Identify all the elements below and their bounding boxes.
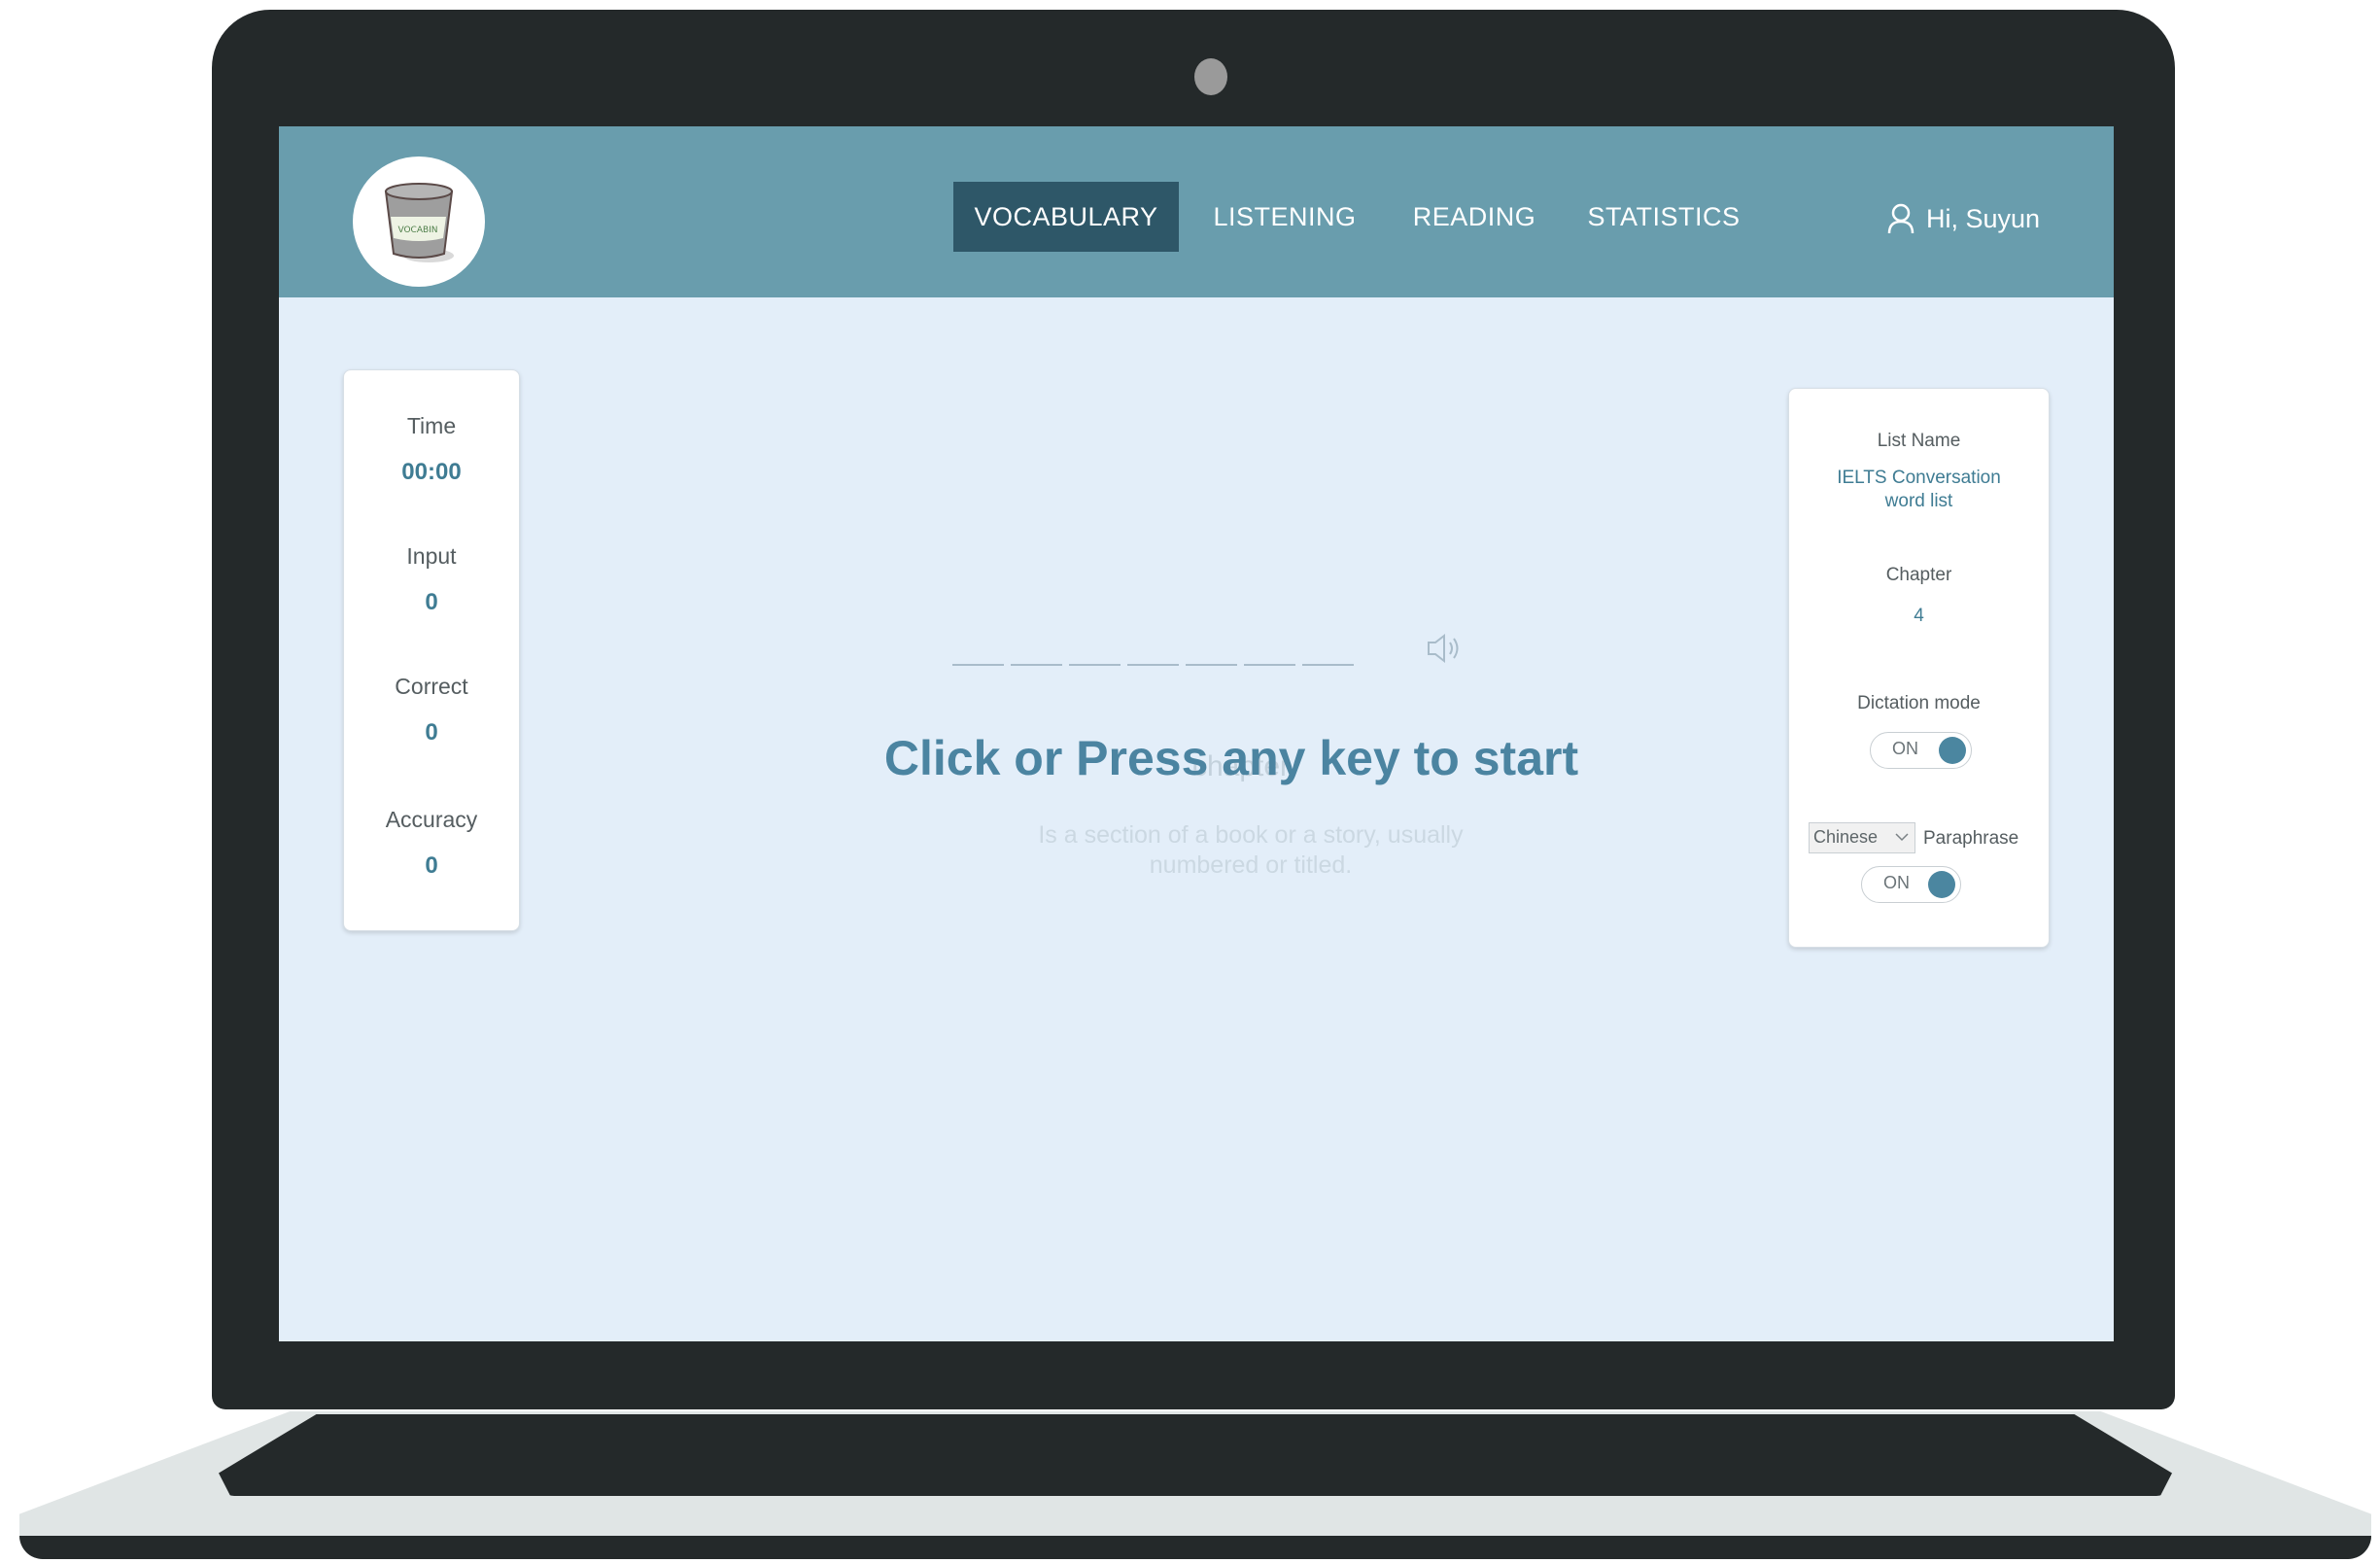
input-value: 0	[425, 589, 438, 615]
start-prompt[interactable]: Click or Press any key to start	[745, 730, 1717, 786]
input-label: Input	[406, 543, 457, 569]
chapter-label: Chapter	[1885, 565, 1952, 585]
svg-text:VOCABIN: VOCABIN	[397, 226, 437, 235]
language-select[interactable]: Chinese	[1809, 822, 1915, 853]
paraphrase-label: Paraphrase	[1923, 828, 2019, 849]
tab-statistics[interactable]: STATISTICS	[1586, 182, 1742, 252]
dictation-mode-label: Dictation mode	[1857, 693, 1981, 713]
toggle-state: ON	[1883, 873, 1910, 892]
stat-correct: Correct 0	[344, 674, 519, 747]
word-blanks	[952, 664, 1361, 670]
tab-listening[interactable]: LISTENING	[1207, 182, 1362, 252]
ghost-definition: Is a section of a book or a story, usual…	[862, 820, 1639, 881]
definition-line: numbered or titled.	[1149, 851, 1353, 879]
letter-blank	[1011, 664, 1062, 666]
webcam-dot	[1194, 58, 1227, 95]
time-value: 00:00	[401, 459, 462, 485]
tab-reading[interactable]: READING	[1406, 182, 1542, 252]
app-screen: VOCABIN VOCABULARY LISTENING READING STA…	[279, 126, 2114, 1341]
speaker-icon[interactable]	[1426, 632, 1465, 665]
user-icon	[1887, 203, 1914, 234]
app-logo[interactable]: VOCABIN	[353, 156, 485, 287]
chapter-value[interactable]: 4	[1789, 605, 2049, 628]
list-name-line: IELTS Conversation	[1837, 468, 2001, 488]
correct-value: 0	[425, 719, 438, 746]
time-label: Time	[406, 413, 457, 438]
list-name-value[interactable]: IELTS Conversation word list	[1789, 467, 2049, 513]
laptop-base-edge	[19, 1536, 2371, 1559]
stat-input: Input 0	[344, 543, 519, 616]
letter-blank	[1186, 664, 1237, 666]
top-navbar: VOCABIN VOCABULARY LISTENING READING STA…	[279, 126, 2114, 297]
laptop-keyboard-slot	[219, 1414, 2172, 1496]
letter-blank	[1069, 664, 1121, 666]
letter-blank	[1244, 664, 1295, 666]
toggle-knob	[1928, 871, 1955, 898]
stats-panel: Time 00:00 Input 0 Correct 0 Accuracy 0	[343, 369, 520, 931]
language-selected: Chinese	[1813, 827, 1879, 847]
toggle-state: ON	[1892, 739, 1918, 758]
letter-blank	[1127, 664, 1179, 666]
stat-time: Time 00:00	[344, 413, 519, 486]
chevron-down-icon	[1895, 833, 1909, 842]
user-greeting: Hi, Suyun	[1926, 203, 2041, 233]
letter-blank	[952, 664, 1004, 666]
accuracy-value: 0	[425, 852, 438, 879]
correct-label: Correct	[395, 674, 468, 699]
user-menu[interactable]: Hi, Suyun	[1887, 199, 2040, 238]
letter-blank	[1302, 664, 1354, 666]
list-name-line: word list	[1884, 491, 1953, 511]
dictation-mode-toggle[interactable]: ON	[1870, 732, 1972, 769]
accuracy-label: Accuracy	[385, 807, 478, 832]
paraphrase-toggle[interactable]: ON	[1861, 866, 1961, 903]
list-name-label: List Name	[1877, 431, 1961, 451]
stat-accuracy: Accuracy 0	[344, 807, 519, 880]
definition-line: Is a section of a book or a story, usual…	[1038, 821, 1464, 849]
toggle-knob	[1939, 737, 1966, 764]
tab-vocabulary[interactable]: VOCABULARY	[953, 182, 1179, 252]
settings-panel: List Name IELTS Conversation word list C…	[1788, 388, 2050, 948]
bucket-logo-icon: VOCABIN	[384, 183, 454, 262]
